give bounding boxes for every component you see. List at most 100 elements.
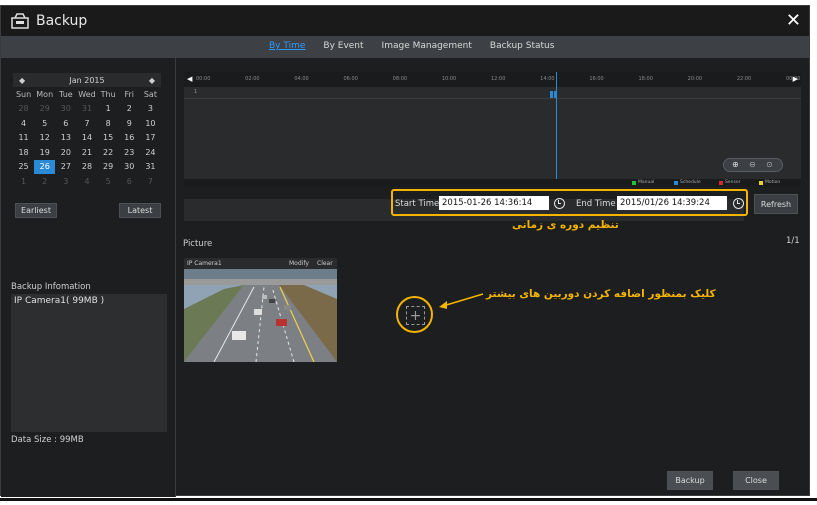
tab-image-management[interactable]: Image Management bbox=[382, 41, 472, 51]
timeline[interactable]: 00:00 02:00 04:00 06:00 08:00 10:00 12:00 14:00… bbox=[184, 72, 801, 187]
backup-app-icon bbox=[11, 13, 29, 29]
time-range-annotation: تنظیم دوره ی زمانی bbox=[512, 219, 619, 231]
calendar-day[interactable]: 13 bbox=[55, 131, 76, 146]
record-mark bbox=[554, 91, 557, 98]
calendar-day[interactable]: 7 bbox=[76, 116, 97, 131]
add-camera-icon[interactable]: + bbox=[406, 306, 425, 325]
calendar-day[interactable]: 12 bbox=[34, 131, 55, 146]
calendar-header: ◆ Jan 2015 ◆ bbox=[13, 73, 161, 87]
calendar-day[interactable]: 9 bbox=[119, 116, 140, 131]
timeline-next-icon[interactable]: ▶ bbox=[793, 75, 798, 83]
title-bar: Backup ✕ bbox=[1, 6, 809, 36]
calendar-day[interactable]: 15 bbox=[98, 131, 119, 146]
timeline-tick-label: 12:00 bbox=[491, 76, 506, 82]
annotation-arrow-icon bbox=[439, 293, 484, 309]
calendar-day[interactable]: 1 bbox=[98, 102, 119, 117]
timeline-prev-icon[interactable]: ◀ bbox=[187, 75, 192, 83]
calendar-day[interactable]: 24 bbox=[140, 145, 161, 160]
calendar-day[interactable]: 23 bbox=[119, 145, 140, 160]
calendar-day[interactable]: 16 bbox=[119, 131, 140, 146]
calendar-day-selected[interactable]: 26 bbox=[34, 159, 56, 174]
zoom-out-icon[interactable]: ⊖ bbox=[749, 160, 756, 169]
calendar-day[interactable]: 4 bbox=[76, 174, 97, 189]
end-clock-icon[interactable] bbox=[733, 198, 744, 209]
calendar-day[interactable]: 11 bbox=[13, 131, 34, 146]
legend-label: Motion bbox=[765, 180, 781, 185]
add-camera-slot[interactable]: + bbox=[396, 296, 433, 333]
timeline-cursor[interactable] bbox=[556, 72, 557, 181]
modify-link[interactable]: Modify bbox=[289, 260, 309, 267]
weekday-header: Fri bbox=[124, 89, 135, 99]
weekday-header: Thu bbox=[100, 89, 116, 99]
calendar-day[interactable]: 20 bbox=[55, 145, 76, 160]
calendar-day[interactable]: 8 bbox=[98, 116, 119, 131]
calendar-day[interactable]: 29 bbox=[34, 102, 55, 117]
calendar-day[interactable]: 4 bbox=[13, 116, 34, 131]
calendar-day[interactable]: 7 bbox=[140, 174, 161, 189]
earliest-button[interactable]: Earliest bbox=[15, 203, 57, 218]
calendar-day[interactable]: 17 bbox=[140, 131, 161, 146]
camera-snapshot-image bbox=[184, 269, 337, 362]
tab-backup-status[interactable]: Backup Status bbox=[490, 41, 555, 51]
calendar-day[interactable]: 19 bbox=[34, 145, 55, 160]
calendar-day[interactable]: 27 bbox=[55, 160, 76, 175]
camera-name: IP Camera1 bbox=[187, 260, 222, 267]
list-item[interactable]: IP Camera1( 99MB ) bbox=[11, 294, 167, 308]
timeline-tick-label: 02:00 bbox=[245, 76, 260, 82]
add-camera-annotation: کلیک بمنظور اضافه کردن دوربین های بیشتر bbox=[486, 288, 716, 300]
calendar-day[interactable]: 21 bbox=[76, 145, 97, 160]
tab-by-event[interactable]: By Event bbox=[323, 41, 363, 51]
calendar-day[interactable]: 25 bbox=[13, 160, 34, 175]
weekday-header: Wed bbox=[78, 89, 96, 99]
legend-swatch bbox=[759, 180, 763, 185]
channel-label: 1 bbox=[194, 89, 198, 95]
close-icon[interactable]: ✕ bbox=[786, 10, 801, 31]
timeline-tick-label: 22:00 bbox=[736, 76, 752, 82]
prev-month-icon[interactable]: ◆ bbox=[19, 76, 25, 85]
weekday-header: Mon bbox=[36, 89, 54, 99]
left-pane: ◆ Jan 2015 ◆ Sun Mon Tue Wed Thu Fri Sat 28 29 30… bbox=[1, 58, 176, 497]
calendar-day[interactable]: 31 bbox=[140, 160, 161, 175]
window-title: Backup bbox=[36, 13, 88, 29]
calendar: ◆ Jan 2015 ◆ Sun Mon Tue Wed Thu Fri Sat 28 29 30… bbox=[13, 73, 161, 189]
start-time-input[interactable]: 2015-01-26 14:36:14 bbox=[439, 196, 549, 210]
calendar-day[interactable]: 6 bbox=[55, 116, 76, 131]
calendar-day[interactable]: 10 bbox=[140, 116, 161, 131]
backup-button[interactable]: Backup bbox=[667, 471, 713, 490]
latest-button[interactable]: Latest bbox=[119, 203, 161, 218]
calendar-day[interactable]: 28 bbox=[76, 160, 97, 175]
calendar-day[interactable]: 30 bbox=[55, 102, 76, 117]
camera-thumbnail[interactable]: IP Camera1 Modify Clear bbox=[184, 258, 337, 362]
calendar-day[interactable]: 3 bbox=[55, 174, 76, 189]
start-time-label: Start Time bbox=[395, 199, 440, 209]
close-button[interactable]: Close bbox=[733, 471, 779, 490]
tab-by-time[interactable]: By Time bbox=[269, 41, 305, 51]
refresh-button[interactable]: Refresh bbox=[754, 194, 798, 214]
calendar-day[interactable]: 18 bbox=[13, 145, 34, 160]
weekday-header: Sun bbox=[15, 89, 32, 99]
end-time-input[interactable]: 2015/01/26 14:39:24 bbox=[617, 196, 727, 210]
calendar-day[interactable]: 3 bbox=[140, 102, 161, 117]
calendar-day[interactable]: 2 bbox=[119, 102, 140, 117]
calendar-day[interactable]: 6 bbox=[119, 174, 140, 189]
data-size-label: Data Size : 99MB bbox=[11, 435, 84, 445]
start-clock-icon[interactable] bbox=[554, 198, 565, 209]
zoom-control[interactable]: ⊕ ⊖ ⊙ bbox=[723, 158, 783, 172]
next-month-icon[interactable]: ◆ bbox=[149, 76, 155, 85]
calendar-day[interactable]: 22 bbox=[98, 145, 119, 160]
clear-link[interactable]: Clear bbox=[317, 260, 333, 267]
calendar-day[interactable]: 14 bbox=[76, 131, 97, 146]
backup-info-label: Backup Infomation bbox=[11, 282, 91, 292]
zoom-reset-icon[interactable]: ⊙ bbox=[766, 160, 773, 169]
calendar-day[interactable]: 31 bbox=[76, 102, 97, 117]
calendar-day[interactable]: 28 bbox=[13, 102, 34, 117]
timeline-tick-label: 14:00 bbox=[540, 76, 555, 82]
calendar-day[interactable]: 5 bbox=[98, 174, 119, 189]
calendar-day[interactable]: 29 bbox=[98, 160, 119, 175]
legend-swatch bbox=[719, 180, 723, 185]
calendar-day[interactable]: 2 bbox=[34, 174, 55, 189]
calendar-day[interactable]: 5 bbox=[34, 116, 55, 131]
calendar-day[interactable]: 1 bbox=[13, 174, 34, 189]
zoom-in-icon[interactable]: ⊕ bbox=[732, 160, 739, 169]
calendar-day[interactable]: 30 bbox=[119, 160, 140, 175]
